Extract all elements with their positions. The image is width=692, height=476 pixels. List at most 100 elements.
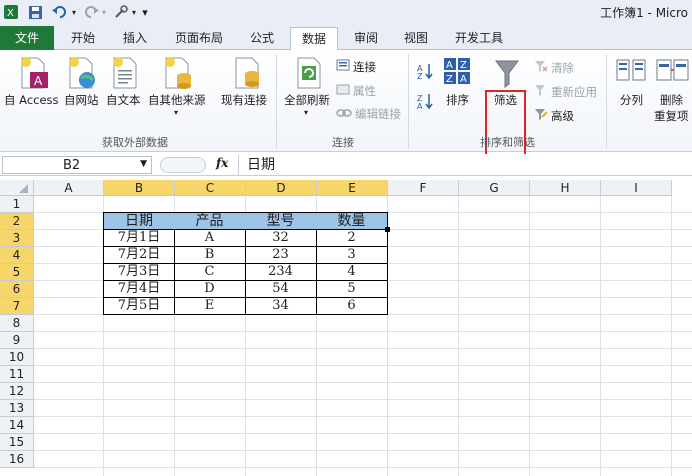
row-header-4[interactable]: 4 <box>0 247 34 264</box>
row-header-9[interactable]: 9 <box>0 332 34 349</box>
table-header-cell[interactable]: 数量 <box>316 212 388 230</box>
insert-function-icon[interactable]: fx <box>216 156 228 170</box>
from-other-sources-button[interactable]: 自其他来源 <box>148 92 206 108</box>
table-cell[interactable]: 7月4日 <box>103 280 175 298</box>
table-cell[interactable]: 5 <box>316 280 388 298</box>
row-header-1[interactable]: 1 <box>0 196 34 213</box>
customize-qat-icon[interactable]: ▾ <box>140 3 150 21</box>
from-access-button[interactable]: 自 Access <box>4 92 59 108</box>
table-cell[interactable]: 34 <box>245 297 317 315</box>
table-cell[interactable]: 2 <box>316 229 388 247</box>
existing-connections-button[interactable]: 现有连接 <box>221 92 267 108</box>
table-header-cell[interactable]: 型号 <box>245 212 317 230</box>
table-cell[interactable]: 4 <box>316 263 388 281</box>
redo-dropdown-icon[interactable]: ▾ <box>100 3 108 21</box>
table-cell[interactable]: 3 <box>316 246 388 264</box>
column-header-e[interactable]: E <box>317 180 388 196</box>
table-cell[interactable]: C <box>174 263 246 281</box>
table-cell[interactable]: 7月1日 <box>103 229 175 247</box>
row-header-8[interactable]: 8 <box>0 315 34 332</box>
other-sources-dropdown-icon[interactable]: ▾ <box>174 108 178 117</box>
clear-button[interactable]: 清除 <box>534 59 574 76</box>
reapply-button[interactable]: 重新应用 <box>534 83 597 100</box>
select-all-corner[interactable] <box>0 180 34 196</box>
window-title: 工作簿1 - Micro <box>600 6 688 20</box>
sort-za-icon[interactable]: ZA <box>416 92 434 113</box>
sort-button[interactable]: 排序 <box>446 92 469 108</box>
row-header-3[interactable]: 3 <box>0 230 34 247</box>
table-header-cell[interactable]: 日期 <box>103 212 175 230</box>
spreadsheet-grid[interactable]: ABCDEFGHI 1 2 3 4 5 6 7 8 9 10 11 12 13 14 15 16 日期 产品 型号… <box>0 180 692 476</box>
edit-links-button[interactable]: 编辑链接 <box>336 106 401 122</box>
column-header-c[interactable]: C <box>175 180 246 196</box>
name-box[interactable]: B2 ▼ <box>2 156 152 174</box>
table-cell[interactable]: 23 <box>245 246 317 264</box>
row-header-16[interactable]: 16 <box>0 451 34 468</box>
row-header-7[interactable]: 7 <box>0 298 34 315</box>
table-cell[interactable]: E <box>174 297 246 315</box>
properties-button[interactable]: 属性 <box>336 82 376 99</box>
remove-duplicates-button-line2[interactable]: 重复项 <box>654 108 689 124</box>
column-header-i[interactable]: I <box>601 180 672 196</box>
column-header-d[interactable]: D <box>246 180 317 196</box>
row-header-13[interactable]: 13 <box>0 400 34 417</box>
tools-icon[interactable] <box>112 3 130 21</box>
svg-text:Z: Z <box>417 72 423 80</box>
column-header-g[interactable]: G <box>459 180 530 196</box>
table-cell[interactable]: B <box>174 246 246 264</box>
save-icon[interactable] <box>26 3 44 21</box>
row-header-10[interactable]: 10 <box>0 349 34 366</box>
table-cell[interactable]: D <box>174 280 246 298</box>
undo-icon[interactable] <box>50 3 70 21</box>
row-header-12[interactable]: 12 <box>0 383 34 400</box>
table-header-cell[interactable]: 产品 <box>174 212 246 230</box>
row-header-6[interactable]: 6 <box>0 281 34 298</box>
column-header-a[interactable]: A <box>34 180 104 196</box>
remove-duplicates-button-line1[interactable]: 删除 <box>660 92 683 108</box>
connections-button[interactable]: 连接 <box>336 58 376 75</box>
table-cell[interactable]: 6 <box>316 297 388 315</box>
table-cell[interactable]: 54 <box>245 280 317 298</box>
tab-data[interactable]: 数据 <box>290 27 338 51</box>
tools-dropdown-icon[interactable]: ▾ <box>130 3 138 21</box>
row-header-5[interactable]: 5 <box>0 264 34 281</box>
tab-page-layout[interactable]: 页面布局 <box>168 27 230 50</box>
fill-handle[interactable] <box>385 227 390 232</box>
column-header-b[interactable]: B <box>104 180 175 196</box>
from-web-button[interactable]: 自网站 <box>64 92 99 108</box>
advanced-button[interactable]: 高级 <box>534 107 574 124</box>
table-cell[interactable]: A <box>174 229 246 247</box>
ribbon: A 自 Access 自网站 自文本 自其他来源 ▾ 现有连接 获取外部数据 全… <box>0 50 692 168</box>
table-cell[interactable]: 7月3日 <box>103 263 175 281</box>
row-header-11[interactable]: 11 <box>0 366 34 383</box>
tab-developer[interactable]: 开发工具 <box>448 27 510 50</box>
row-gridline <box>34 382 692 383</box>
text-to-columns-button[interactable]: 分列 <box>620 92 643 108</box>
refresh-all-button[interactable]: 全部刷新 <box>284 92 330 108</box>
sort-az-icon[interactable]: AZ <box>416 62 434 83</box>
tab-home[interactable]: 开始 <box>62 27 104 50</box>
clear-filter-icon <box>534 59 548 76</box>
table-cell[interactable]: 7月2日 <box>103 246 175 264</box>
text-file-icon <box>110 56 142 93</box>
from-text-button[interactable]: 自文本 <box>106 92 141 108</box>
name-box-dropdown-icon[interactable]: ▼ <box>140 159 147 169</box>
undo-dropdown-icon[interactable]: ▾ <box>70 3 78 21</box>
refresh-all-dropdown-icon[interactable]: ▾ <box>304 108 308 117</box>
table-cell[interactable]: 234 <box>245 263 317 281</box>
table-cell[interactable]: 32 <box>245 229 317 247</box>
redo-icon[interactable] <box>82 3 100 21</box>
tab-file[interactable]: 文件 <box>0 26 54 50</box>
tab-view[interactable]: 视图 <box>396 27 436 50</box>
formula-input[interactable]: 日期 <box>238 155 692 175</box>
tab-formulas[interactable]: 公式 <box>242 27 282 50</box>
tab-review[interactable]: 审阅 <box>346 27 386 50</box>
tab-insert[interactable]: 插入 <box>114 27 156 50</box>
column-header-f[interactable]: F <box>388 180 459 196</box>
column-header-h[interactable]: H <box>530 180 601 196</box>
formula-bar-expand-handle[interactable] <box>160 157 206 173</box>
row-header-14[interactable]: 14 <box>0 417 34 434</box>
row-header-15[interactable]: 15 <box>0 434 34 451</box>
table-cell[interactable]: 7月5日 <box>103 297 175 315</box>
row-header-2[interactable]: 2 <box>0 213 34 230</box>
